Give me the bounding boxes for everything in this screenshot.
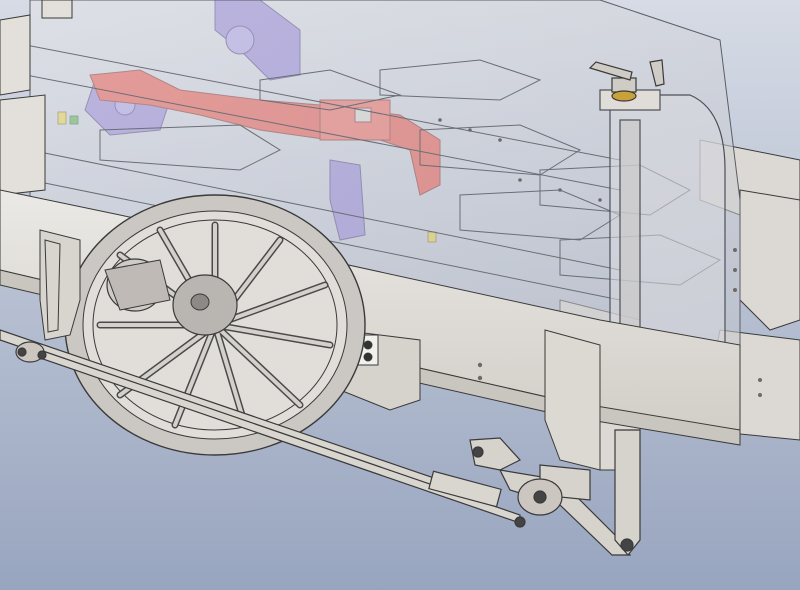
locomotive-chassis-render <box>0 0 800 590</box>
cad-viewport <box>0 0 800 590</box>
